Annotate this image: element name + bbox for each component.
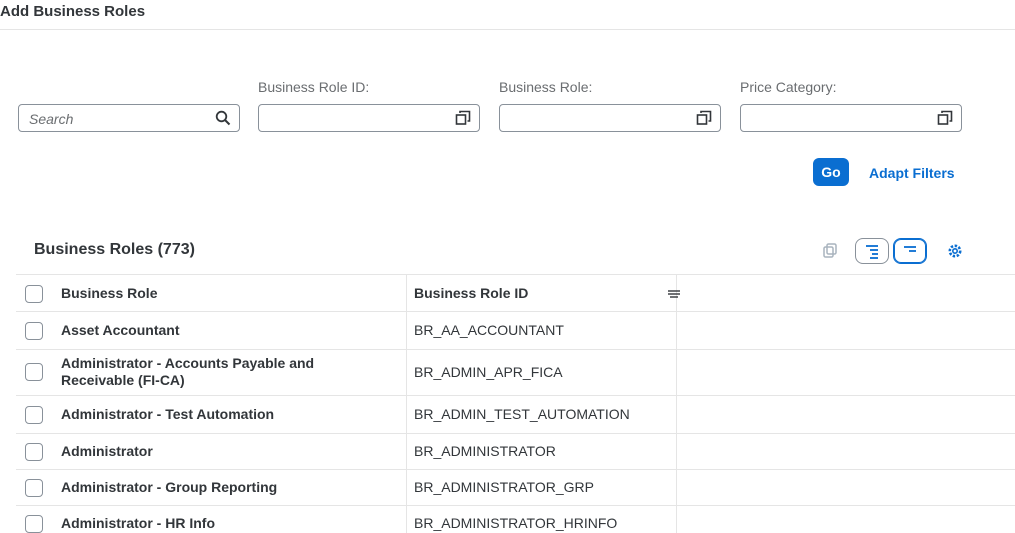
- adapt-filters-link[interactable]: Adapt Filters: [869, 165, 955, 181]
- search-placeholder: Search: [29, 111, 74, 127]
- business-role-cell: Administrator: [61, 443, 153, 459]
- column-divider: [406, 434, 407, 469]
- business-role-input[interactable]: [499, 104, 721, 132]
- row-checkbox[interactable]: [25, 322, 43, 340]
- price-category-label: Price Category:: [740, 79, 837, 95]
- go-button[interactable]: Go: [813, 158, 849, 186]
- column-header-business-role[interactable]: Business Role: [61, 285, 157, 301]
- business-roles-table: Business Role Business Role ID Asset Acc…: [16, 274, 1015, 533]
- column-menu-icon[interactable]: [667, 289, 681, 299]
- business-role-cell: Administrator - Accounts Payable and Rec…: [61, 355, 315, 388]
- business-role-cell: Administrator - Group Reporting: [61, 479, 278, 495]
- column-divider: [406, 312, 407, 349]
- expand-all-button[interactable]: [855, 238, 889, 264]
- business-role-label: Business Role:: [499, 79, 593, 95]
- expand-all-icon: [866, 245, 878, 259]
- copy-button[interactable]: [818, 238, 840, 264]
- business-role-id-cell: BR_ADMINISTRATOR: [414, 443, 556, 459]
- copy-icon: [823, 243, 837, 258]
- business-role-id-cell: BR_ADMIN_APR_FICA: [414, 364, 563, 380]
- table-row[interactable]: Administrator - Test Automation BR_ADMIN…: [16, 396, 1015, 434]
- business-role-id-cell: BR_ADMIN_TEST_AUTOMATION: [414, 406, 630, 422]
- dialog-title: Add Business Roles: [0, 0, 1015, 30]
- select-all-checkbox[interactable]: [25, 285, 43, 303]
- column-divider: [406, 396, 407, 433]
- table-row[interactable]: Administrator - Group Reporting BR_ADMIN…: [16, 470, 1015, 506]
- search-input[interactable]: Search: [18, 104, 240, 132]
- business-role-id-input[interactable]: [258, 104, 480, 132]
- business-role-id-cell: BR_ADMINISTRATOR_GRP: [414, 479, 594, 495]
- column-divider: [406, 470, 407, 505]
- collapse-all-button[interactable]: [893, 238, 927, 264]
- column-header-business-role-id[interactable]: Business Role ID: [414, 285, 528, 301]
- row-checkbox[interactable]: [25, 363, 43, 381]
- business-role-cell: Administrator - Test Automation: [61, 406, 275, 422]
- settings-button[interactable]: [943, 238, 967, 264]
- collapse-all-icon: [904, 246, 916, 252]
- row-checkbox[interactable]: [25, 406, 43, 424]
- table-header: Business Role Business Role ID: [16, 275, 1015, 312]
- table-row[interactable]: Asset Accountant BR_AA_ACCOUNTANT: [16, 312, 1015, 350]
- business-role-cell: Administrator - HR Info: [61, 515, 215, 531]
- value-help-icon[interactable]: [696, 110, 712, 126]
- business-role-id-label: Business Role ID:: [258, 79, 370, 95]
- column-divider: [406, 350, 407, 395]
- table-row[interactable]: Administrator - HR Info BR_ADMINISTRATOR…: [16, 506, 1015, 533]
- value-help-icon[interactable]: [455, 110, 471, 126]
- table-title: Business Roles (773): [34, 241, 195, 258]
- table-row[interactable]: Administrator BR_ADMINISTRATOR: [16, 434, 1015, 470]
- row-checkbox[interactable]: [25, 443, 43, 461]
- column-divider: [406, 275, 407, 311]
- row-checkbox[interactable]: [25, 479, 43, 497]
- row-checkbox[interactable]: [25, 515, 43, 533]
- search-icon[interactable]: [215, 110, 231, 126]
- business-role-id-cell: BR_ADMINISTRATOR_HRINFO: [414, 515, 618, 531]
- column-divider: [406, 506, 407, 533]
- business-role-cell: Asset Accountant: [61, 322, 180, 338]
- value-help-icon[interactable]: [937, 110, 953, 126]
- table-row[interactable]: Administrator - Accounts Payable and Rec…: [16, 350, 1015, 396]
- business-role-id-cell: BR_AA_ACCOUNTANT: [414, 322, 564, 338]
- price-category-input[interactable]: [740, 104, 962, 132]
- settings-icon: [948, 244, 962, 258]
